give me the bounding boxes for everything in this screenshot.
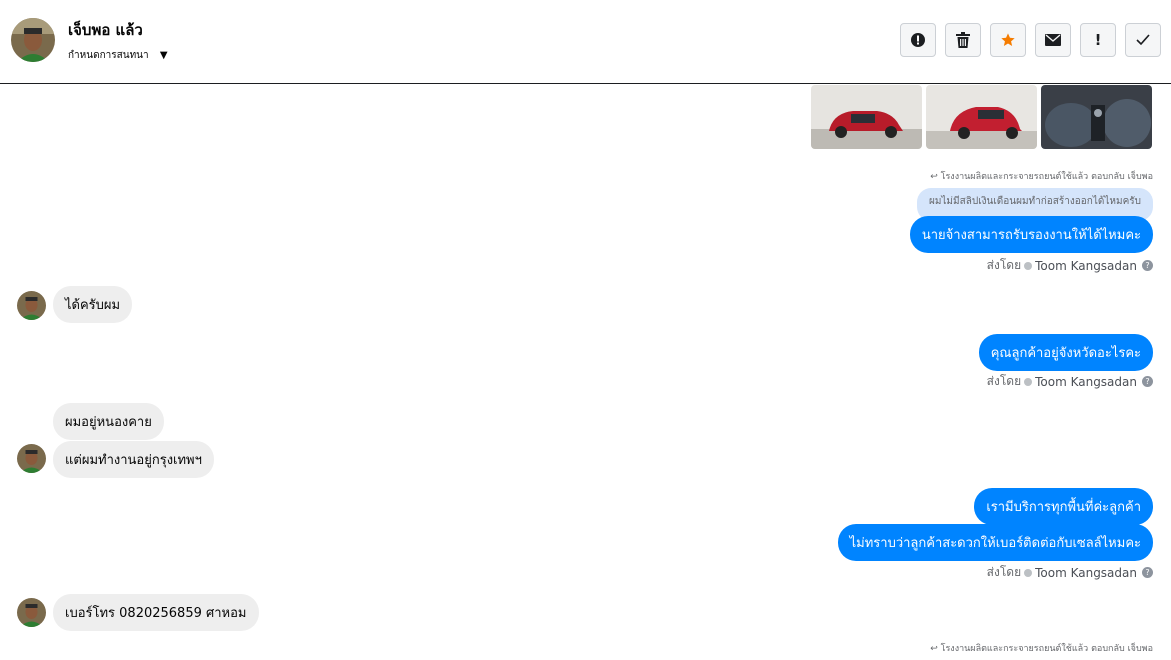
caret-down-icon: ▼ [159, 50, 168, 61]
incoming-message[interactable]: แต่ผมทำงานอยู่กรุงเทพฯ [53, 441, 214, 478]
reply-context-text: โรงงานผลิตและกระจายรถยนต์ใช้แล้ว ตอบกลับ… [940, 172, 1153, 182]
car-photo-2[interactable] [926, 85, 1037, 149]
manage-conversation-dropdown[interactable]: กำหนดการสนทนา ▼ [68, 48, 168, 63]
car-interior-photo[interactable] [1041, 85, 1152, 149]
mark-done-button[interactable] [1125, 23, 1161, 57]
incoming-message[interactable]: เบอร์โทร 0820256859 ศาหอม [53, 594, 259, 631]
sent-by-prefix: ส่งโดย [986, 565, 1022, 579]
agent-name[interactable]: Toom Kangsadan [1035, 375, 1137, 389]
star-icon [1001, 33, 1015, 46]
outgoing-message[interactable]: คุณลูกค้าอยู่จังหวัดอะไรคะ [978, 334, 1153, 371]
sent-by-prefix: ส่งโดย [986, 258, 1022, 272]
verified-dot-icon [1024, 377, 1033, 386]
help-icon[interactable]: ? [1142, 260, 1153, 271]
trash-icon [956, 32, 970, 48]
outgoing-message[interactable]: ไม่ทราบว่าลูกค้าสะดวกให้เบอร์ติดต่อกับเซ… [837, 524, 1153, 561]
agent-name[interactable]: Toom Kangsadan [1035, 566, 1137, 580]
sent-by-line: ส่งโดย Toom Kangsadan ? [987, 563, 1153, 582]
reply-icon: ↩ [930, 644, 938, 654]
star-button[interactable] [990, 23, 1026, 57]
outgoing-message[interactable]: นายจ้างสามารถรับรองงานให้ได้ไหมคะ [909, 216, 1153, 253]
contact-name: เจ็บพอ แล้ว [68, 21, 143, 39]
help-icon[interactable]: ? [1142, 376, 1153, 387]
incoming-message[interactable]: ได้ครับผม [53, 286, 133, 323]
mark-unread-button[interactable] [1035, 23, 1071, 57]
spam-alert-icon [911, 33, 925, 47]
reply-context-text: โรงงานผลิตและกระจายรถยนต์ใช้แล้ว ตอบกลับ… [940, 644, 1153, 654]
delete-button[interactable] [945, 23, 981, 57]
sent-by-line: ส่งโดย Toom Kangsadan ? [987, 256, 1153, 275]
conversation-header: เจ็บพอ แล้ว กำหนดการสนทนา ▼ ! [0, 0, 1171, 84]
sender-avatar[interactable] [17, 444, 46, 473]
reply-context: ↩ โรงงานผลิตและกระจายรถยนต์ใช้แล้ว ตอบกล… [930, 641, 1153, 655]
incoming-message[interactable]: ผมอยู่หนองคาย [53, 403, 164, 440]
verified-dot-icon [1024, 568, 1033, 577]
verified-dot-icon [1024, 261, 1033, 270]
checkmark-icon [1136, 34, 1150, 46]
car-photo-1[interactable] [811, 85, 922, 149]
sender-avatar[interactable] [17, 291, 46, 320]
outgoing-message[interactable]: เรามีบริการทุกพื้นที่ค่ะลูกค้า [974, 488, 1153, 525]
follow-up-button[interactable]: ! [1080, 23, 1116, 57]
manage-conversation-label: กำหนดการสนทนา [68, 50, 149, 61]
sender-avatar[interactable] [17, 598, 46, 627]
reply-icon: ↩ [930, 172, 938, 182]
sent-by-line: ส่งโดย Toom Kangsadan ? [987, 372, 1153, 391]
help-icon[interactable]: ? [1142, 567, 1153, 578]
envelope-icon [1045, 34, 1061, 46]
message-thread[interactable]: ↩ โรงงานผลิตและกระจายรถยนต์ใช้แล้ว ตอบกล… [0, 85, 1171, 660]
mark-spam-button[interactable] [900, 23, 936, 57]
toolbar: ! [900, 23, 1161, 57]
exclamation-icon: ! [1094, 31, 1102, 49]
sent-by-prefix: ส่งโดย [986, 374, 1022, 388]
contact-avatar[interactable] [11, 18, 55, 62]
agent-name[interactable]: Toom Kangsadan [1035, 259, 1137, 273]
reply-context: ↩ โรงงานผลิตและกระจายรถยนต์ใช้แล้ว ตอบกล… [930, 169, 1153, 183]
